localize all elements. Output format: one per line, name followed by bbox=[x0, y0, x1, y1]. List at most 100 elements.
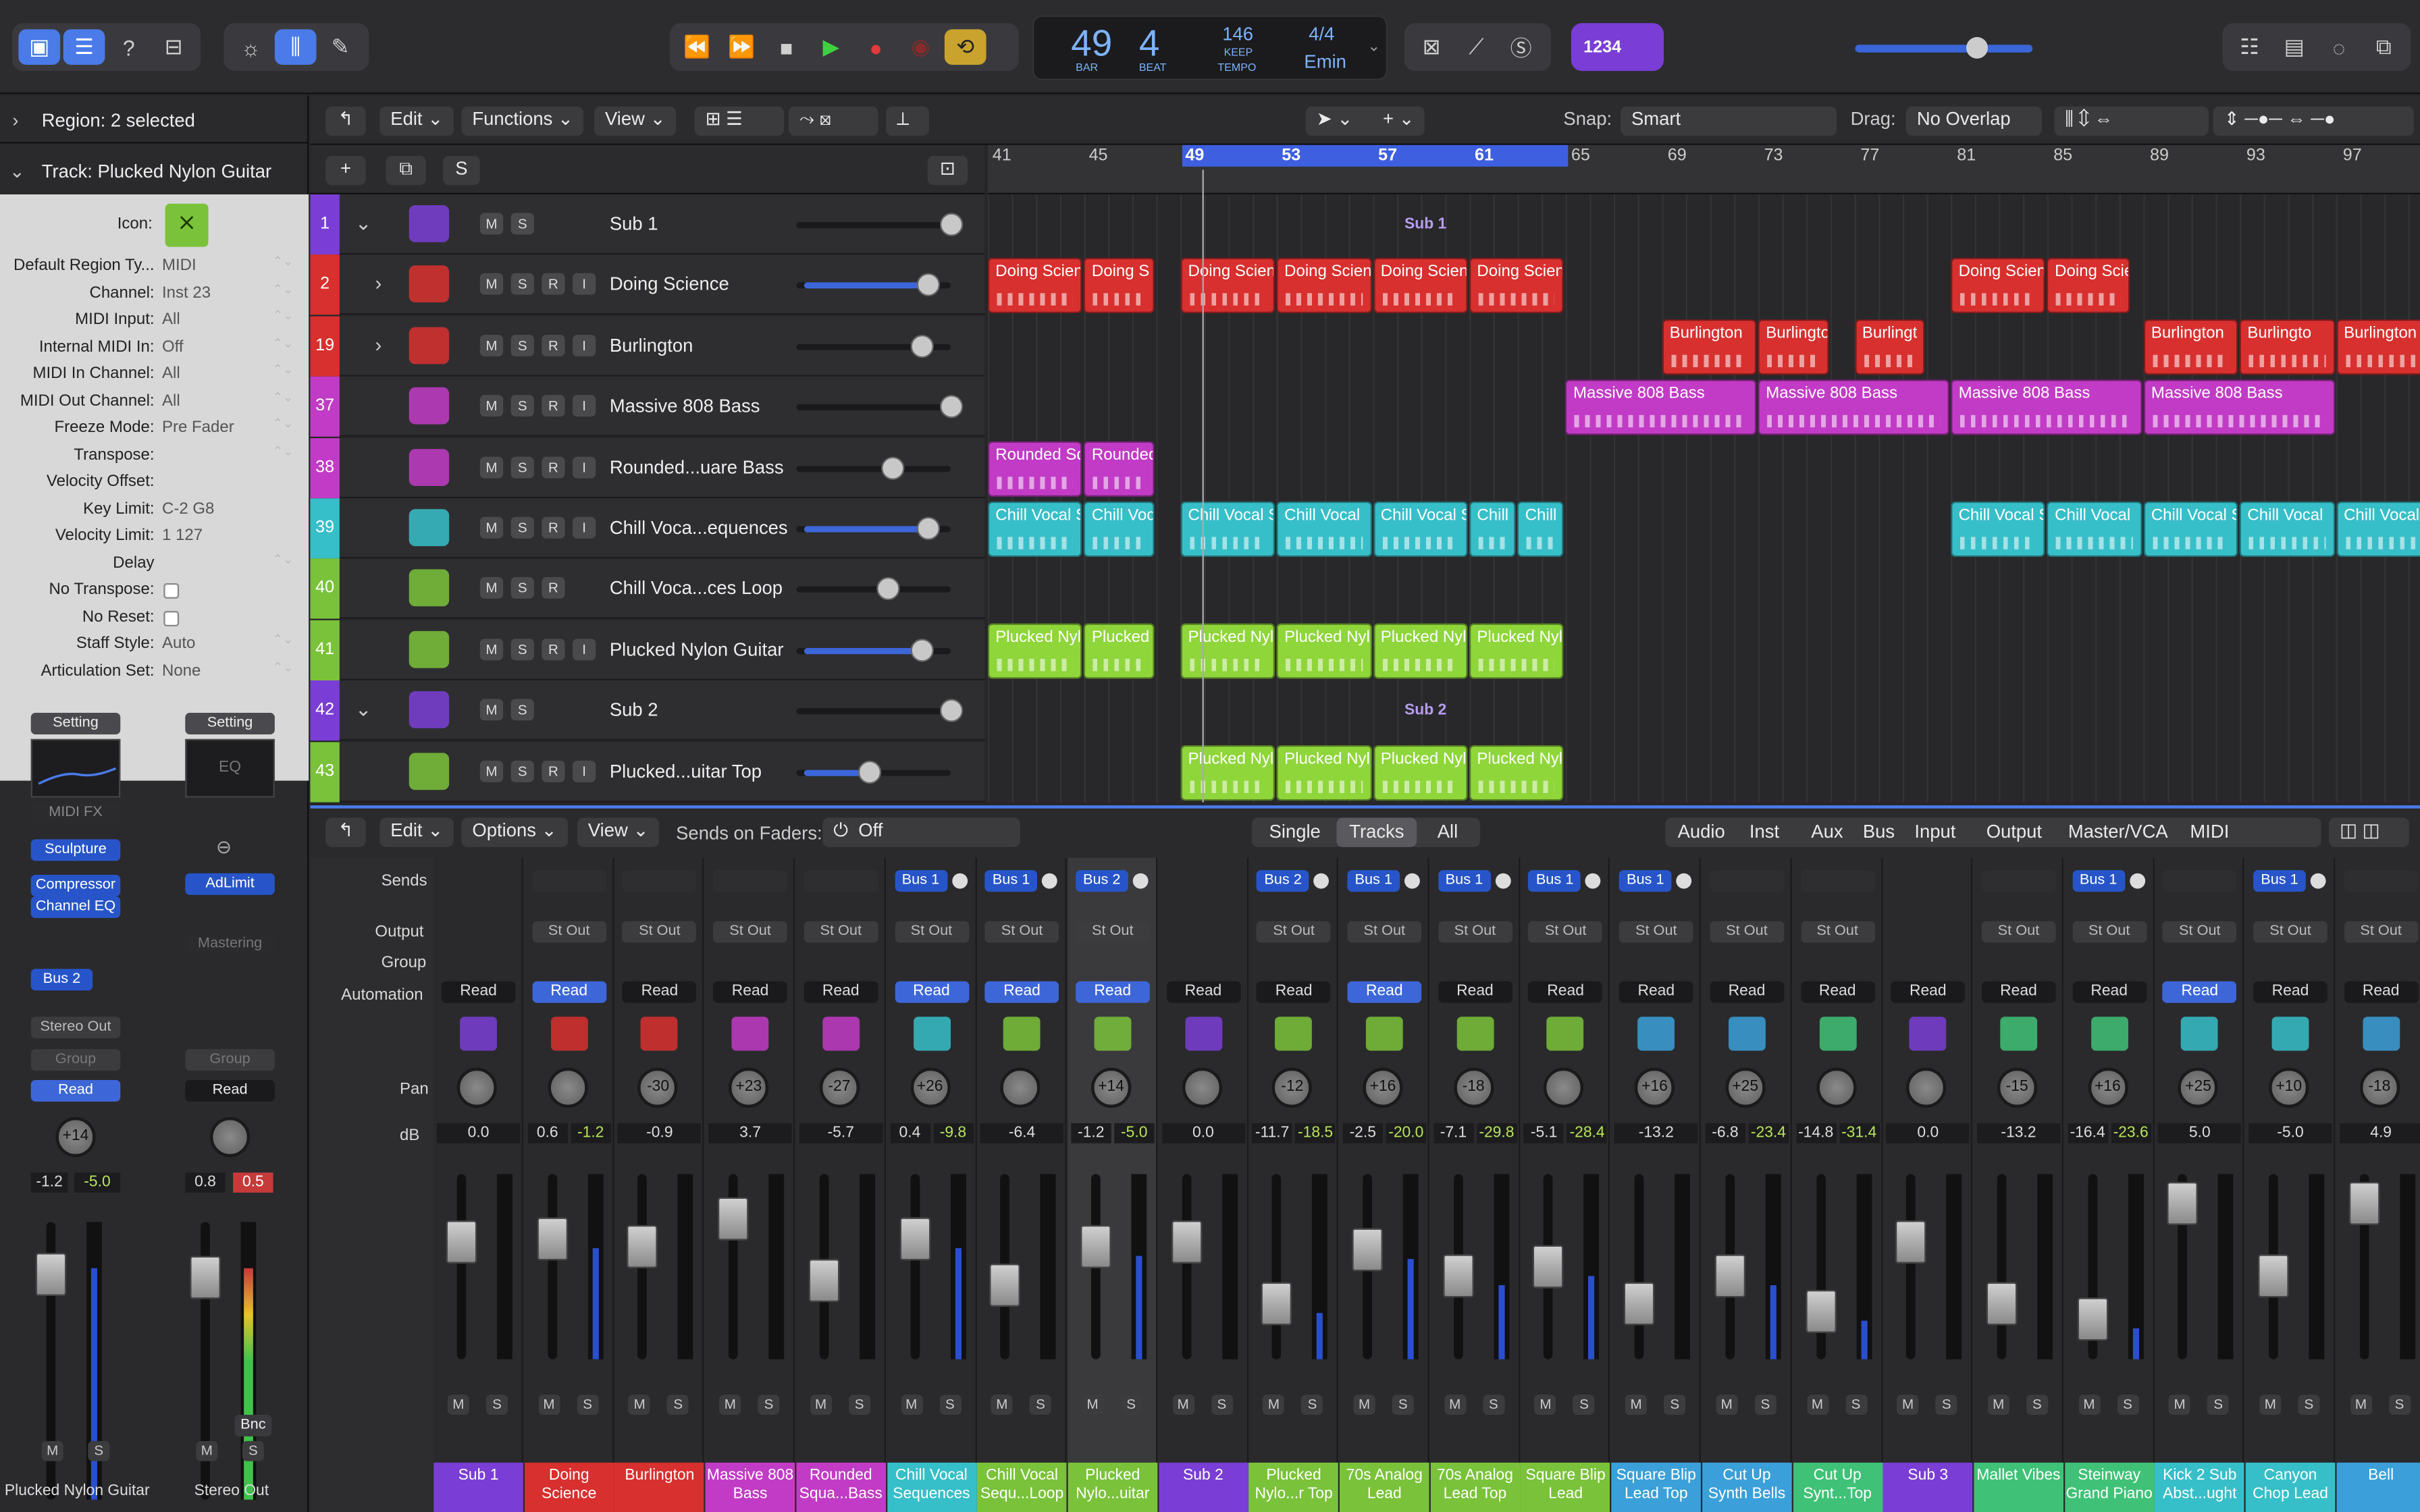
region[interactable]: Doing Scien bbox=[987, 258, 1083, 314]
instrument-icon[interactable] bbox=[1909, 1017, 1947, 1051]
volume-fader[interactable] bbox=[1352, 1174, 1383, 1359]
layout-buttons[interactable]: ◫ ◫ bbox=[2329, 817, 2409, 847]
inspector-row[interactable]: MIDI In Channel: All ⌃⌄ bbox=[0, 363, 309, 390]
channel-name[interactable]: Chill Vocal Sequences bbox=[887, 1462, 976, 1512]
region[interactable]: Doing Scie bbox=[2047, 258, 2130, 314]
global-solo-button[interactable]: S bbox=[442, 155, 480, 186]
all-tab[interactable]: All bbox=[1421, 821, 1474, 842]
region[interactable]: Burlingt bbox=[1854, 319, 1926, 375]
pan-knob[interactable] bbox=[456, 1067, 497, 1108]
mute-button[interactable]: M bbox=[1444, 1395, 1466, 1415]
pan-knob[interactable]: +25 bbox=[2178, 1067, 2219, 1108]
solo-icon[interactable]: Ⓢ bbox=[1500, 29, 1542, 65]
instrument-icon[interactable] bbox=[1637, 1017, 1675, 1051]
volume-slider[interactable] bbox=[796, 516, 951, 540]
region[interactable]: Burlington bbox=[2336, 319, 2420, 375]
volume-knob[interactable] bbox=[858, 759, 882, 784]
track-name[interactable]: Doing Science bbox=[610, 273, 729, 295]
instrument-icon[interactable] bbox=[1275, 1017, 1313, 1051]
play-icon[interactable]: ▶ bbox=[810, 29, 852, 65]
send-slot[interactable]: Bus 1 bbox=[1438, 870, 1491, 892]
chevron-down-icon[interactable]: ⌄ bbox=[355, 211, 372, 236]
automation-mode[interactable]: Read bbox=[441, 981, 516, 1003]
track-i-button[interactable]: I bbox=[572, 516, 596, 539]
region[interactable]: Chill Vocal S bbox=[987, 501, 1083, 558]
track-header[interactable]: Track: Plucked Nylon Guitar bbox=[42, 161, 271, 182]
fader-cap[interactable] bbox=[1170, 1220, 1202, 1264]
chevron-down-icon[interactable]: ⌄ bbox=[9, 161, 25, 182]
track-header[interactable]: 37 M S R I Massive 808 Bass bbox=[310, 377, 985, 437]
region[interactable]: Chill Vocal S bbox=[2336, 501, 2420, 558]
channel-name[interactable]: Sub 1 bbox=[433, 1462, 523, 1512]
parameter-value[interactable]: C-2 G8 bbox=[162, 499, 214, 517]
channel-name[interactable]: Steinway Grand Piano bbox=[2064, 1462, 2154, 1512]
channel-name[interactable]: Kick 2 Sub Abst...ught bbox=[2155, 1462, 2245, 1512]
track-header[interactable]: 40 M S R Chill Voca...ces Loop bbox=[310, 559, 985, 620]
region[interactable]: Plucked Nyl bbox=[1180, 745, 1275, 801]
fader-cap[interactable] bbox=[1623, 1282, 1655, 1326]
instrument-icon[interactable] bbox=[1728, 1017, 1766, 1051]
inspector-row[interactable]: Articulation Set: None ⌃⌄ bbox=[0, 660, 309, 687]
send-slot[interactable] bbox=[531, 870, 606, 892]
track-header[interactable]: 39 M S R I Chill Voca...equences bbox=[310, 498, 985, 559]
stepper-icon[interactable]: ⌃⌄ bbox=[273, 552, 294, 564]
mute-button[interactable]: M bbox=[1716, 1395, 1738, 1415]
mute-button[interactable]: M bbox=[537, 1395, 560, 1415]
record-icon[interactable]: ● bbox=[855, 29, 897, 65]
solo-button[interactable]: S bbox=[1029, 1395, 1051, 1415]
track-name[interactable]: Sub 2 bbox=[610, 699, 658, 721]
fader-cap[interactable] bbox=[190, 1256, 221, 1299]
solo-button[interactable]: S bbox=[1392, 1395, 1414, 1415]
parameter-value[interactable]: Pre Fader bbox=[162, 418, 234, 436]
fader-cap[interactable] bbox=[989, 1263, 1021, 1307]
inspector-row[interactable]: Transpose: ⌃⌄ bbox=[0, 444, 309, 471]
track-s-button[interactable]: S bbox=[510, 759, 534, 782]
volume-knob[interactable] bbox=[939, 213, 964, 236]
region[interactable]: Chill Vocal bbox=[2239, 501, 2335, 558]
solo-button[interactable]: S bbox=[1845, 1395, 1867, 1415]
output-slot[interactable]: St Out bbox=[531, 921, 606, 943]
volume-slider[interactable] bbox=[796, 456, 951, 479]
eq-thumbnail[interactable]: EQ bbox=[185, 738, 275, 798]
volume-fader[interactable] bbox=[1442, 1174, 1474, 1359]
track-m-button[interactable]: M bbox=[479, 395, 504, 417]
volume-knob[interactable] bbox=[876, 577, 900, 601]
track-name[interactable]: Massive 808 Bass bbox=[610, 396, 760, 417]
pan-knob[interactable]: -12 bbox=[1272, 1067, 1313, 1108]
stepper-icon[interactable]: ⌃⌄ bbox=[273, 363, 294, 375]
track-m-button[interactable]: M bbox=[479, 456, 504, 478]
parameter-value[interactable]: All bbox=[162, 391, 180, 409]
instrument-icon[interactable] bbox=[1547, 1017, 1585, 1051]
volume-fader[interactable] bbox=[1080, 1174, 1111, 1359]
pan-knob[interactable]: +23 bbox=[729, 1067, 769, 1108]
region[interactable]: Doing Scien bbox=[1180, 258, 1275, 314]
region[interactable]: Rounded bbox=[1084, 440, 1155, 497]
output-slot[interactable]: St Out bbox=[1800, 921, 1874, 943]
send-knob[interactable] bbox=[2129, 873, 2145, 889]
region[interactable]: Chill Vocal S bbox=[1951, 501, 2046, 558]
instrument-icon[interactable] bbox=[2090, 1017, 2128, 1051]
volume-fader[interactable] bbox=[1533, 1174, 1564, 1359]
automation-mode[interactable]: Read bbox=[2344, 981, 2418, 1003]
track-name[interactable]: Sub 1 bbox=[610, 213, 658, 234]
channel-name[interactable]: Rounded Squa...Bass bbox=[795, 1462, 886, 1512]
tracks-tab[interactable]: Tracks bbox=[1336, 817, 1417, 847]
browser-icon[interactable]: ⧉ bbox=[2363, 29, 2404, 65]
track-i-button[interactable]: I bbox=[572, 334, 596, 356]
parameter-value[interactable]: None bbox=[162, 661, 201, 679]
volume-fader[interactable] bbox=[2348, 1174, 2379, 1359]
track-m-button[interactable]: M bbox=[479, 273, 504, 296]
guitar-icon[interactable]: ⨯ bbox=[165, 203, 209, 247]
volume-knob[interactable] bbox=[939, 699, 964, 723]
mute-button[interactable]: M bbox=[41, 1440, 63, 1461]
functions-menu[interactable]: Functions ⌄ bbox=[461, 106, 584, 136]
master-volume-slider[interactable] bbox=[1855, 36, 2033, 59]
solo-button[interactable]: S bbox=[88, 1440, 110, 1461]
track-s-button[interactable]: S bbox=[510, 699, 534, 721]
parameter-value[interactable]: All bbox=[162, 364, 180, 382]
parameter-value[interactable]: MIDI bbox=[162, 256, 196, 274]
send-knob[interactable] bbox=[1495, 873, 1510, 889]
automation-mode[interactable]: Read bbox=[804, 981, 878, 1003]
automation-mode[interactable]: Read bbox=[185, 1079, 275, 1102]
instrument-icon[interactable] bbox=[731, 1017, 769, 1051]
